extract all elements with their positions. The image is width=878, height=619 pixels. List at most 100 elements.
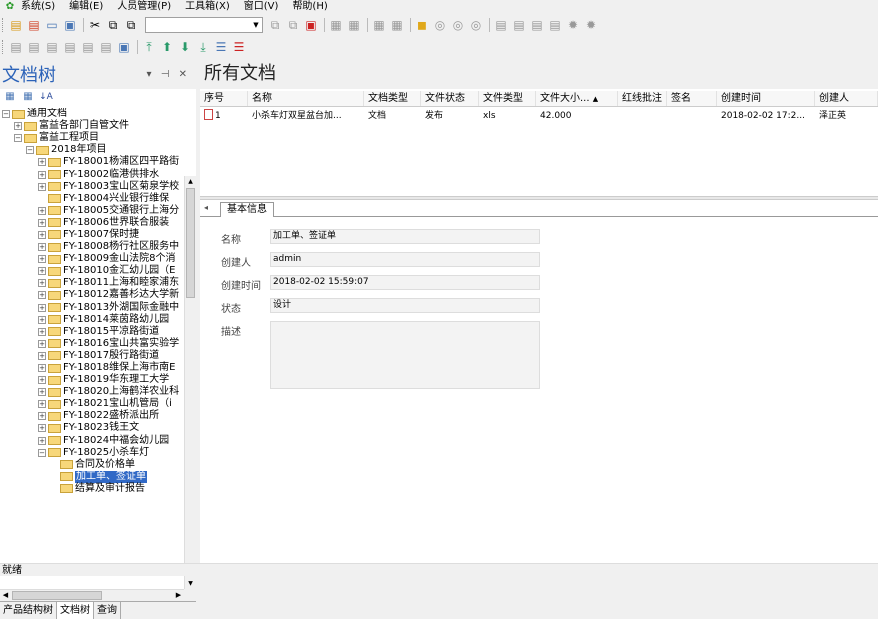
collapse-all-icon[interactable]: ▦ xyxy=(20,89,36,105)
expand-all-icon[interactable]: ▦ xyxy=(2,89,18,105)
window-add-icon[interactable]: ▣ xyxy=(62,17,78,33)
collapse-icon[interactable]: − xyxy=(38,448,46,457)
tree-node[interactable]: + FY-18008杨行社区服务中 xyxy=(0,241,184,253)
expand-icon[interactable]: + xyxy=(38,230,46,239)
settings-icon[interactable]: ✹ xyxy=(565,17,581,33)
menu-edit[interactable]: 编辑(E) xyxy=(69,1,103,13)
collapse-icon[interactable]: − xyxy=(2,110,10,119)
settings2-icon[interactable]: ✹ xyxy=(583,17,599,33)
column-header-doc-type[interactable]: 文档类型 xyxy=(364,91,421,106)
up-top-icon[interactable]: ⤒ xyxy=(141,39,157,55)
expand-icon[interactable]: + xyxy=(38,182,46,191)
expand-icon[interactable]: + xyxy=(38,243,46,252)
tree-node[interactable]: + FY-18018维保上海市南E xyxy=(0,362,184,374)
tree-node[interactable]: + FY-18020上海鹤洋农业科 xyxy=(0,386,184,398)
cut-icon[interactable]: ✂ xyxy=(87,17,103,33)
tab-product-tree[interactable]: 产品结构树 xyxy=(0,602,57,619)
expand-icon[interactable]: + xyxy=(38,303,46,312)
expand-icon[interactable]: + xyxy=(38,206,46,215)
tree-node[interactable]: + FY-18005交通银行上海分 xyxy=(0,205,184,217)
view-icon[interactable]: ⧉ xyxy=(285,17,301,33)
name-field[interactable]: 加工单、签证单 xyxy=(270,229,540,244)
menu-help[interactable]: 帮助(H) xyxy=(292,1,327,13)
down-icon[interactable]: ⬇ xyxy=(177,39,193,55)
tree-horizontal-scrollbar[interactable]: ◀ ▶ xyxy=(0,589,184,601)
lock-icon[interactable]: ▦ xyxy=(371,17,387,33)
tree-node[interactable]: + FY-18015平凉路街道 xyxy=(0,326,184,338)
tab-document-tree[interactable]: 文档树 xyxy=(57,602,94,619)
paste-icon[interactable]: ⧉ xyxy=(123,17,139,33)
menu-personnel[interactable]: 人员管理(P) xyxy=(117,1,171,13)
toolbar-combo[interactable]: ▼ xyxy=(145,17,263,33)
doc3-icon[interactable]: ▤ xyxy=(529,17,545,33)
tree-node[interactable]: 合同及价格单 xyxy=(0,459,184,471)
column-header-creator[interactable]: 创建人 xyxy=(815,91,878,106)
menu-toolbox[interactable]: 工具箱(X) xyxy=(185,1,230,13)
folder-icon[interactable]: ◼ xyxy=(414,17,430,33)
tree-node[interactable]: − FY-18025小杀车灯 xyxy=(0,447,184,459)
expand-icon[interactable]: + xyxy=(38,315,46,324)
expand-icon[interactable]: + xyxy=(38,351,46,360)
list-icon[interactable]: ☰ xyxy=(213,39,229,55)
tree-node[interactable]: + FY-18003宝山区菊泉学校 xyxy=(0,181,184,193)
expand-icon[interactable]: + xyxy=(38,424,46,433)
copy-icon[interactable]: ⧉ xyxy=(105,17,121,33)
expand-icon[interactable]: + xyxy=(38,158,46,167)
window-icon[interactable]: ▭ xyxy=(44,17,60,33)
expand-icon[interactable]: + xyxy=(14,122,22,131)
search-icon[interactable]: ◎ xyxy=(432,17,448,33)
column-header-file-status[interactable]: 文件状态 xyxy=(421,91,479,106)
unlock-icon[interactable]: ▦ xyxy=(389,17,405,33)
column-header-file-type[interactable]: 文件类型 xyxy=(479,91,536,106)
menu-system[interactable]: 系统(S) xyxy=(21,1,55,13)
description-field[interactable] xyxy=(270,321,540,389)
tree-node[interactable]: + FY-18016宝山共富实验学 xyxy=(0,338,184,350)
table-row[interactable]: 1 小杀车灯双星盆台加... 文档 发布 xls 42.000 2018-02-… xyxy=(200,108,878,124)
column-header-created-time[interactable]: 创建时间 xyxy=(717,91,815,106)
expand-icon[interactable]: + xyxy=(38,291,46,300)
panel-controls[interactable]: ▾ ⊣ ✕ xyxy=(147,69,190,80)
tree-node[interactable]: FY-18004兴业银行维保 xyxy=(0,193,184,205)
tree-node[interactable]: 加工单、签证单 xyxy=(0,470,184,483)
report-icon[interactable]: ▤ xyxy=(80,39,96,55)
tree-node[interactable]: − 富益工程项目 xyxy=(0,132,184,144)
expand-icon[interactable]: + xyxy=(38,218,46,227)
column-header-index[interactable]: 序号 xyxy=(200,91,248,106)
tab-query[interactable]: 查询 xyxy=(94,602,121,619)
tree-node[interactable]: + FY-18006世界联合服装 xyxy=(0,217,184,229)
tree-node[interactable]: − 2018年项目 xyxy=(0,144,184,156)
creator-field[interactable]: admin xyxy=(270,252,540,267)
expand-icon[interactable]: + xyxy=(38,339,46,348)
expand-icon[interactable]: + xyxy=(38,327,46,336)
scroll-up-icon[interactable]: ▲ xyxy=(185,176,196,187)
up-icon[interactable]: ⬆ xyxy=(159,39,175,55)
expand-icon[interactable]: + xyxy=(38,255,46,264)
delete-doc-icon[interactable]: ▤ xyxy=(26,17,42,33)
tree-node[interactable]: + FY-18024中福会幼儿园 xyxy=(0,435,184,447)
doc1-icon[interactable]: ▤ xyxy=(493,17,509,33)
created-time-field[interactable]: 2018-02-02 15:59:07 xyxy=(270,275,540,290)
report3-icon[interactable]: ▣ xyxy=(116,39,132,55)
new-doc-icon[interactable]: ▤ xyxy=(8,17,24,33)
flag-icon[interactable]: ▤ xyxy=(44,39,60,55)
scroll-right-icon[interactable]: ▶ xyxy=(173,590,184,601)
scroll-left-icon[interactable]: ◀ xyxy=(0,590,11,601)
list-delete-icon[interactable]: ☰ xyxy=(231,39,247,55)
tree-node[interactable]: + FY-18001杨浦区四平路街 xyxy=(0,156,184,168)
tree-node[interactable]: + FY-18010金汇幼儿园（E xyxy=(0,265,184,277)
attach-icon[interactable]: ▤ xyxy=(8,39,24,55)
expand-icon[interactable]: + xyxy=(38,376,46,385)
tree-node[interactable]: 结算及审计报告 xyxy=(0,483,184,495)
tree-node[interactable]: + FY-18022盛桥派出所 xyxy=(0,410,184,422)
expand-icon[interactable]: + xyxy=(38,400,46,409)
tree-node[interactable]: − 通用文档 xyxy=(0,108,184,120)
expand-icon[interactable]: + xyxy=(38,436,46,445)
tree-node[interactable]: + FY-18014莱茵路幼儿园 xyxy=(0,314,184,326)
chevron-down-icon[interactable]: ▼ xyxy=(251,19,261,31)
tree-node[interactable]: + 富益各部门自管文件 xyxy=(0,120,184,132)
tree-node[interactable]: + FY-18012嘉善杉达大学新 xyxy=(0,289,184,301)
tree-node[interactable]: + FY-18007保时捷 xyxy=(0,229,184,241)
checkout-icon[interactable]: ▦ xyxy=(346,17,362,33)
scroll-down-icon[interactable]: ▼ xyxy=(185,578,196,589)
expand-icon[interactable]: + xyxy=(38,412,46,421)
